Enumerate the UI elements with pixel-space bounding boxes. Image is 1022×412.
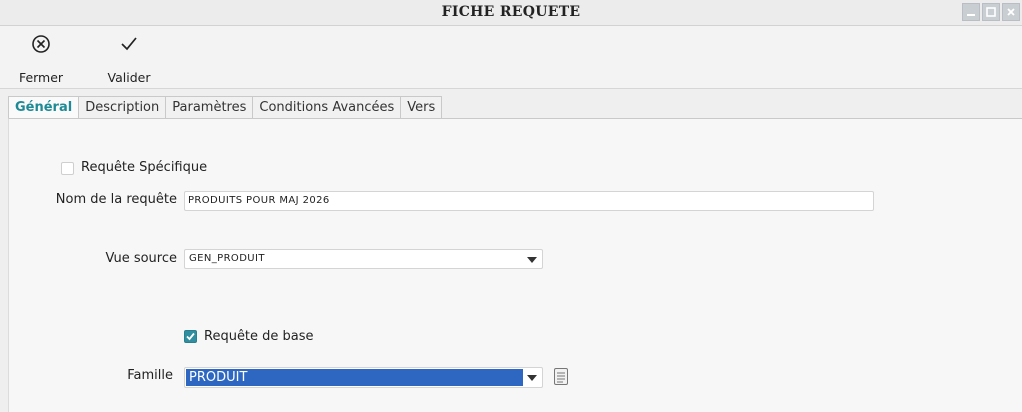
window-title: FICHE REQUETE xyxy=(441,4,581,20)
minimize-icon[interactable] xyxy=(962,3,980,21)
specific-query-label: Requête Spécifique xyxy=(81,160,208,175)
source-view-label: Vue source xyxy=(105,251,177,266)
document-icon[interactable] xyxy=(553,367,569,386)
source-view-value: GEN_PRODUIT xyxy=(189,253,265,264)
tab-general[interactable]: Général xyxy=(8,96,80,119)
close-icon[interactable] xyxy=(1002,3,1020,21)
checkmark-icon xyxy=(94,32,164,56)
chevron-down-icon xyxy=(527,375,537,381)
validate-button-label: Valider xyxy=(107,70,151,85)
maximize-icon[interactable] xyxy=(982,3,1000,21)
check-icon xyxy=(186,332,195,341)
tab-description[interactable]: Description xyxy=(79,96,167,119)
tab-vers[interactable]: Vers xyxy=(401,96,443,119)
tab-advanced-conditions[interactable]: Conditions Avancées xyxy=(253,96,402,119)
chevron-down-icon xyxy=(527,257,537,263)
base-query-label: Requête de base xyxy=(204,329,314,344)
tab-bar: Général Description Paramètres Condition… xyxy=(8,96,443,119)
family-value: PRODUIT xyxy=(189,370,248,385)
family-select[interactable]: PRODUIT xyxy=(184,367,543,388)
validate-button[interactable]: Valider xyxy=(94,32,164,85)
family-label: Famille xyxy=(127,368,173,383)
family-selection-highlight: PRODUIT xyxy=(186,369,523,386)
tab-parameters[interactable]: Paramètres xyxy=(166,96,254,119)
window-controls xyxy=(962,3,1020,21)
title-bar: FICHE REQUETE xyxy=(0,0,1022,26)
source-view-select[interactable]: GEN_PRODUIT xyxy=(184,249,543,269)
specific-query-checkbox[interactable] xyxy=(61,162,74,175)
query-name-input[interactable]: PRODUITS POUR MAJ 2026 xyxy=(184,191,874,211)
toolbar: Fermer Valider xyxy=(0,26,1022,89)
circle-x-icon xyxy=(6,32,76,56)
query-name-label: Nom de la requête xyxy=(55,192,177,207)
base-query-checkbox[interactable] xyxy=(184,330,197,343)
close-button[interactable]: Fermer xyxy=(6,32,76,85)
close-button-label: Fermer xyxy=(18,70,64,85)
